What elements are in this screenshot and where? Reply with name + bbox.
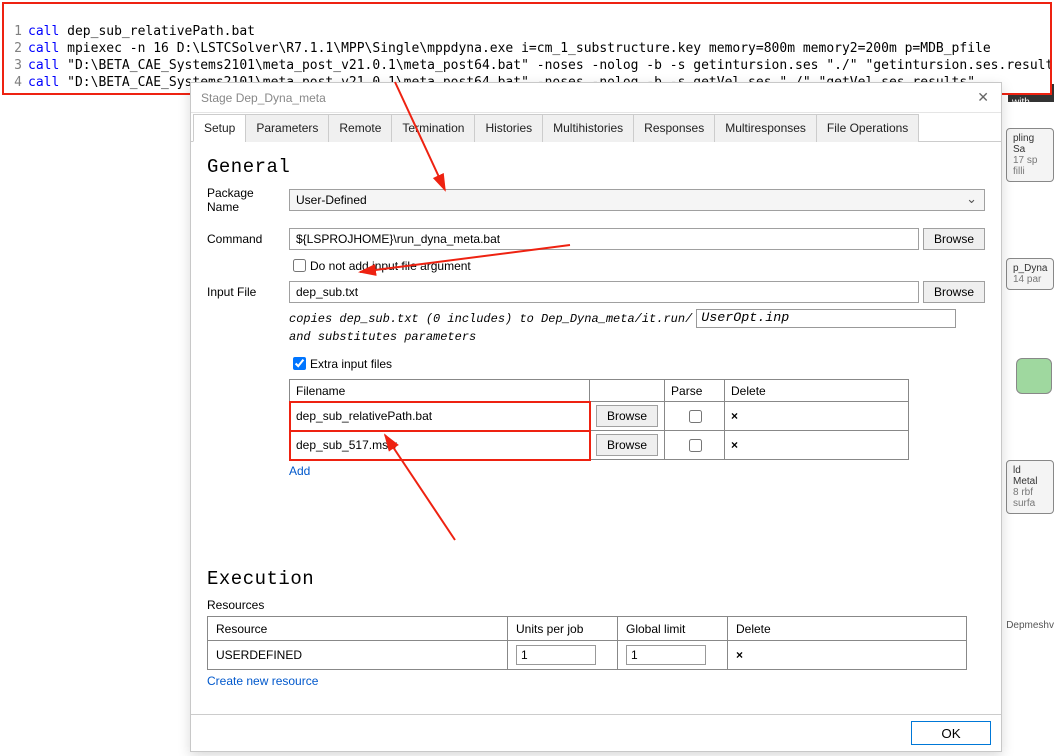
extra-file-delete-icon[interactable]: × [731,438,738,452]
code-text: dep_sub_relativePath.bat [59,24,255,39]
command-input[interactable] [289,228,919,250]
extra-file-name-cell[interactable]: dep_sub_517.msw [290,431,590,460]
col-resource: Resource [208,617,508,641]
tab-histories[interactable]: Histories [474,114,543,142]
line-number: 3 [8,57,22,74]
units-per-job-input[interactable] [516,645,596,665]
tab-multiresponses[interactable]: Multiresponses [714,114,817,142]
stage-dialog: Stage Dep_Dyna_meta ✕ Setup Parameters R… [190,82,1002,752]
extra-input-files-label: Extra input files [310,357,392,371]
extra-file-row: dep_sub_517.msw Browse × [290,431,909,460]
extra-file-name-cell[interactable]: dep_sub_relativePath.bat [290,402,590,431]
hint-text-pre: copies dep_sub.txt (0 includes) to Dep_D… [289,312,692,326]
col-delete: Delete [725,380,909,402]
bg-node-sampling: pling Sa 17 sp filli [1006,128,1054,182]
ok-button[interactable]: OK [911,721,991,745]
package-name-select[interactable] [289,189,985,211]
tab-responses[interactable]: Responses [633,114,715,142]
bg-node-sampling-sub: 17 sp filli [1013,155,1047,177]
input-file-input[interactable] [289,281,919,303]
dialog-tabs: Setup Parameters Remote Termination Hist… [191,113,1001,142]
bg-node-dyna-title: p_Dyna [1013,263,1047,274]
useropt-input[interactable] [696,309,956,328]
tab-multihistories[interactable]: Multihistories [542,114,634,142]
extra-file-browse-button[interactable]: Browse [596,434,658,456]
close-icon[interactable]: ✕ [971,89,995,106]
col-res-delete: Delete [728,617,967,641]
tab-remote[interactable]: Remote [328,114,392,142]
extra-input-files-table: Filename Parse Delete dep_sub_relativePa… [289,379,909,460]
resources-label: Resources [207,598,985,612]
keyword: call [28,41,59,56]
add-extra-file-link[interactable]: Add [289,464,985,478]
resource-row: USERDEFINED × [208,641,967,670]
extra-file-browse-button[interactable]: Browse [596,405,658,427]
line-number: 4 [8,74,22,91]
tab-termination[interactable]: Termination [391,114,475,142]
no-add-input-file-checkbox[interactable] [293,259,306,272]
col-filename: Filename [290,380,590,402]
keyword: call [28,24,59,39]
resource-delete-icon[interactable]: × [736,648,743,662]
line-number: 2 [8,40,22,57]
bg-node-metal: ld Metal 8 rbf surfa [1006,460,1054,514]
tab-setup[interactable]: Setup [193,114,246,142]
dialog-titlebar: Stage Dep_Dyna_meta ✕ [191,83,1001,113]
code-text: "D:\BETA_CAE_Systems2101\meta_post_v21.0… [59,58,1052,73]
col-global: Global limit [618,617,728,641]
tab-parameters[interactable]: Parameters [245,114,329,142]
col-parse: Parse [665,380,725,402]
hint-text-post: and substitutes parameters [289,330,985,344]
col-units: Units per job [508,617,618,641]
dialog-title: Stage Dep_Dyna_meta [201,91,326,105]
bg-node-dyna: p_Dyna 14 par [1006,258,1054,290]
resources-table: Resource Units per job Global limit Dele… [207,616,967,670]
no-add-input-file-label: Do not add input file argument [310,259,471,273]
bg-node-sampling-title: pling Sa [1013,133,1047,155]
line-number: 1 [8,23,22,40]
input-file-browse-button[interactable]: Browse [923,281,985,303]
dialog-body: General Package Name Command Browse Do n… [191,142,1001,714]
bg-node-green [1016,358,1052,394]
command-label: Command [207,232,289,246]
create-new-resource-link[interactable]: Create new resource [207,674,985,688]
command-browse-button[interactable]: Browse [923,228,985,250]
bg-node-dyna-sub: 14 par [1013,274,1047,285]
extra-file-delete-icon[interactable]: × [731,409,738,423]
code-text: mpiexec -n 16 D:\LSTCSolver\R7.1.1\MPP\S… [59,41,990,56]
extra-input-files-checkbox[interactable] [293,357,306,370]
bg-node-metal-title: ld Metal [1013,465,1047,487]
extra-file-parse-checkbox[interactable] [689,410,702,423]
package-name-label: Package Name [207,186,289,214]
section-execution-heading: Execution [207,568,985,590]
input-file-hint: copies dep_sub.txt (0 includes) to Dep_D… [289,309,985,328]
resource-name: USERDEFINED [208,641,508,670]
keyword: call [28,58,59,73]
extra-file-row: dep_sub_relativePath.bat Browse × [290,402,909,431]
input-file-label: Input File [207,285,289,299]
extra-file-parse-checkbox[interactable] [689,439,702,452]
section-general-heading: General [207,156,985,178]
tab-file-operations[interactable]: File Operations [816,114,919,142]
dialog-footer: OK [191,714,1001,751]
global-limit-input[interactable] [626,645,706,665]
bg-text-depmesh: Depmeshv [1006,620,1054,631]
bg-node-metal-sub: 8 rbf surfa [1013,487,1047,509]
keyword: call [28,75,59,90]
